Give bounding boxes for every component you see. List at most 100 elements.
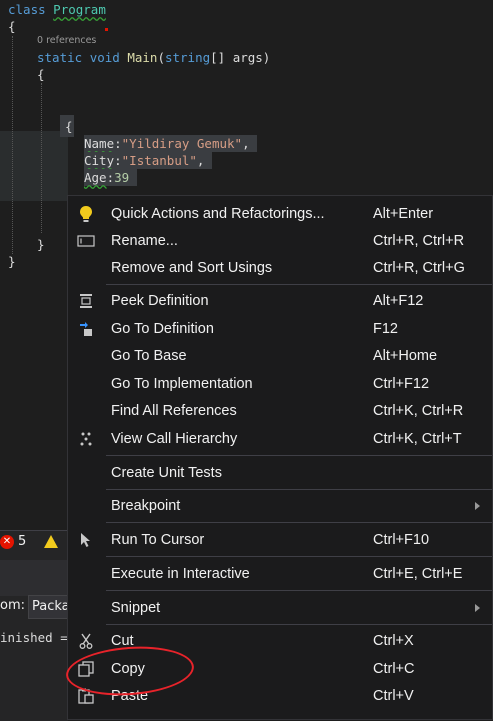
code-line-city[interactable]: City:"Istanbul", (84, 152, 212, 169)
menu-item-create-unit-tests[interactable]: Create Unit Tests (68, 459, 492, 486)
menu-item-shortcut: F12 (373, 320, 398, 337)
colon: : (114, 153, 122, 168)
error-icon: ✕ (0, 534, 14, 549)
code-line-close-outer[interactable]: } (8, 253, 16, 270)
menu-item-shortcut: Ctrl+R, Ctrl+G (373, 259, 465, 276)
menu-item-peek-definition[interactable]: Peek Definition Alt+F12 (68, 287, 492, 314)
menu-item-label: Create Unit Tests (111, 464, 222, 481)
menu-item-execute-in-interactive[interactable]: Execute in Interactive Ctrl+E, Ctrl+E (68, 560, 492, 587)
menu-item-label: Go To Base (111, 347, 187, 364)
cursor-icon (76, 530, 96, 550)
menu-item-label: Remove and Sort Usings (111, 259, 273, 276)
error-count: 5 (18, 534, 27, 549)
keyword-string: string (164, 50, 211, 65)
code-line-name[interactable]: Name:"Yildiray Gemuk", (84, 135, 258, 152)
prop-city: City (84, 153, 115, 168)
peek-definition-icon (76, 291, 96, 311)
warning-icon[interactable] (44, 535, 59, 548)
params: [] args) (210, 50, 271, 65)
menu-separator (106, 590, 492, 591)
keyword-static: static (37, 50, 83, 65)
code-line-class[interactable]: class Program (8, 1, 106, 18)
class-name: Program (53, 2, 106, 17)
string-value: "Yildiray Gemuk" (121, 136, 243, 151)
menu-item-shortcut: Ctrl+E, Ctrl+E (373, 565, 463, 582)
error-dot (105, 28, 108, 31)
menu-separator (106, 556, 492, 557)
menu-item-shortcut: Ctrl+K, Ctrl+T (373, 430, 462, 447)
code-line-brace[interactable]: { (8, 18, 16, 35)
indent-guide-1 (12, 36, 13, 254)
prop-age: Age (84, 170, 107, 185)
submenu-arrow-icon (475, 603, 480, 612)
output-from-label: om: (0, 598, 25, 613)
menu-item-quick-actions[interactable]: Quick Actions and Refactorings... Alt+En… (68, 200, 492, 227)
menu-item-label: View Call Hierarchy (111, 430, 238, 447)
indent-guide-2 (41, 83, 42, 233)
menu-item-label: Run To Cursor (111, 531, 205, 548)
menu-item-shortcut: Ctrl+R, Ctrl+R (373, 232, 465, 249)
menu-item-snippet[interactable]: Snippet (68, 594, 492, 621)
rename-icon (76, 231, 96, 251)
menu-item-find-all-references[interactable]: Find All References Ctrl+K, Ctrl+R (68, 397, 492, 424)
menu-item-shortcut: Alt+Enter (373, 205, 434, 222)
menu-item-label: Snippet (111, 599, 161, 616)
code-line-main[interactable]: static void Main(string[] args) (37, 49, 270, 66)
menu-item-go-to-base[interactable]: Go To Base Alt+Home (68, 342, 492, 369)
menu-separator (106, 455, 492, 456)
menu-separator (106, 284, 492, 285)
references-codelens[interactable]: 0 references (37, 35, 96, 46)
selection-highlight (0, 131, 68, 201)
menu-separator (106, 624, 492, 625)
output-panel-header (0, 560, 68, 596)
scissors-icon (76, 631, 96, 651)
prop-name: Name (84, 136, 115, 151)
keyword-class: class (8, 2, 46, 17)
code-line-object-open[interactable]: { (65, 118, 73, 135)
menu-item-label: Peek Definition (111, 292, 209, 309)
menu-item-go-to-implementation[interactable]: Go To Implementation Ctrl+F12 (68, 370, 492, 397)
menu-item-shortcut: Ctrl+X (373, 632, 414, 649)
menu-item-shortcut: Ctrl+K, Ctrl+R (373, 402, 464, 419)
comma: , (196, 153, 205, 168)
menu-item-rename[interactable]: Rename... Ctrl+R, Ctrl+R (68, 227, 492, 254)
string-value: "Istanbul" (121, 153, 197, 168)
call-hierarchy-icon (76, 429, 96, 449)
menu-item-label: Rename... (111, 232, 178, 249)
context-menu: Quick Actions and Refactorings... Alt+En… (67, 195, 493, 720)
menu-item-shortcut: Alt+Home (373, 347, 438, 364)
colon: : (106, 170, 115, 185)
menu-item-label: Go To Definition (111, 320, 214, 337)
menu-item-label: Execute in Interactive (111, 565, 250, 582)
comma: , (242, 136, 250, 151)
menu-item-go-to-definition[interactable]: Go To Definition F12 (68, 315, 492, 342)
menu-item-label: Breakpoint (111, 497, 181, 514)
menu-item-shortcut: Alt+F12 (373, 292, 424, 309)
number-value: 39 (114, 170, 130, 185)
menu-item-label: Quick Actions and Refactorings... (111, 205, 325, 222)
menu-item-run-to-cursor[interactable]: Run To Cursor Ctrl+F10 (68, 526, 492, 553)
colon: : (114, 136, 122, 151)
submenu-arrow-icon (475, 501, 480, 510)
menu-item-remove-sort-usings[interactable]: Remove and Sort Usings Ctrl+R, Ctrl+G (68, 254, 492, 281)
menu-item-label: Go To Implementation (111, 375, 253, 392)
menu-separator (106, 522, 492, 523)
lightbulb-icon (76, 204, 96, 224)
menu-item-shortcut: Ctrl+F10 (373, 531, 430, 548)
go-to-definition-icon (76, 319, 96, 339)
menu-item-shortcut: Ctrl+C (373, 660, 415, 677)
menu-item-view-call-hierarchy[interactable]: View Call Hierarchy Ctrl+K, Ctrl+T (68, 425, 492, 452)
code-line-close-inner[interactable]: } (37, 236, 45, 253)
code-line-brace-2[interactable]: { (37, 66, 45, 83)
method-name: Main (127, 50, 158, 65)
output-text: inished = (0, 630, 68, 645)
code-line-age[interactable]: Age:39 (84, 169, 137, 186)
keyword-void: void (89, 50, 120, 65)
paren: ( (157, 50, 165, 65)
menu-item-breakpoint[interactable]: Breakpoint (68, 492, 492, 519)
error-list-counts[interactable]: ✕ 5 (0, 534, 59, 549)
menu-item-shortcut: Ctrl+V (373, 687, 414, 704)
menu-item-shortcut: Ctrl+F12 (373, 375, 430, 392)
menu-item-label: Find All References (111, 402, 237, 419)
error-list-panel (0, 530, 68, 721)
